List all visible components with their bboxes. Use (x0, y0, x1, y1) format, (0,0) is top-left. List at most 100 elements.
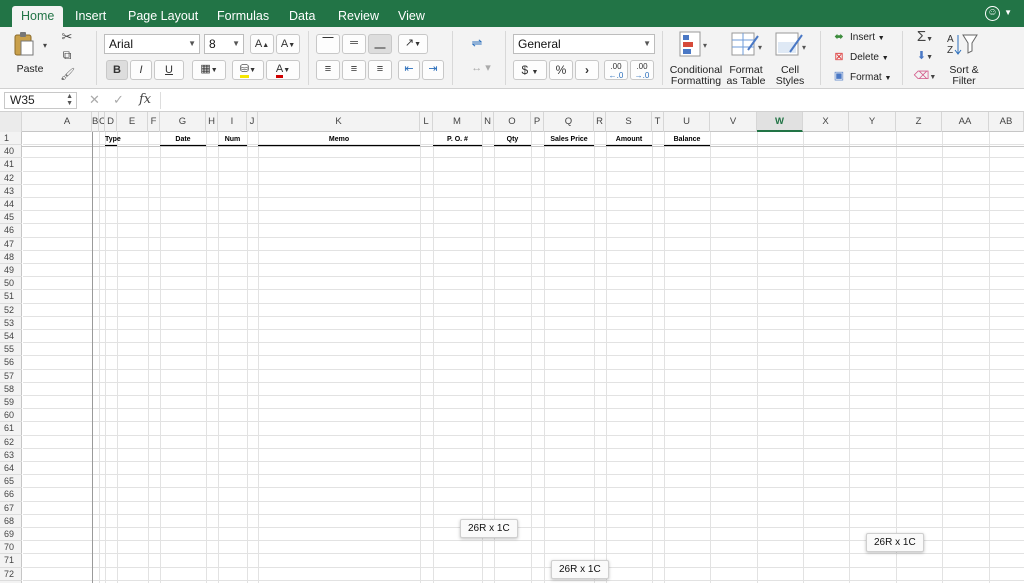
column-header-b[interactable]: B (92, 112, 99, 132)
conditional-formatting-icon[interactable]: ▾ (679, 30, 709, 58)
tab-view[interactable]: View (389, 6, 434, 27)
row-header-63[interactable]: 63 (0, 449, 22, 462)
format-cells-icon[interactable]: ▣ (831, 69, 847, 82)
format-as-table-icon[interactable]: ▾ (730, 30, 764, 58)
cell-area[interactable]: Type Date Num Memo P. O. # Qty Sales Price Amou… (23, 132, 1024, 583)
sort-filter-label[interactable]: Sort & Filter (942, 65, 986, 87)
font-color-button[interactable]: A▼ (266, 60, 300, 80)
column-header-i[interactable]: I (218, 112, 247, 132)
sort-filter-icon[interactable]: AZ (945, 31, 981, 57)
merge-center-icon[interactable]: ↔ ▾ (466, 61, 496, 74)
cancel-icon[interactable]: ✕ (89, 92, 100, 108)
row-header-70[interactable]: 70 (0, 541, 22, 555)
row-header-58[interactable]: 58 (0, 383, 22, 396)
column-header-h[interactable]: H (206, 112, 218, 132)
row-header-44[interactable]: 44 (0, 198, 22, 212)
row-header-56[interactable]: 56 (0, 356, 22, 370)
header-cell-balance[interactable]: Balance (664, 135, 710, 146)
paste-dropdown-icon[interactable]: ▾ (43, 41, 47, 50)
chevron-down-icon[interactable]: ▼ (1004, 8, 1012, 17)
align-right-button[interactable]: ≡ (368, 60, 392, 80)
row-header-47[interactable]: 47 (0, 238, 22, 251)
column-header-a[interactable]: A (43, 112, 92, 132)
row-header-51[interactable]: 51 (0, 290, 22, 304)
row-header-60[interactable]: 60 (0, 409, 22, 423)
row-header-65[interactable]: 65 (0, 475, 22, 489)
increase-indent-button[interactable]: ⇥ (422, 60, 444, 80)
font-name-select[interactable]: Arial ▼ (104, 34, 200, 54)
align-bottom-button[interactable]: ⎽ (368, 34, 392, 54)
row-header-67[interactable]: 67 (0, 502, 22, 515)
row-header-45[interactable]: 45 (0, 211, 22, 225)
row-header-66[interactable]: 66 (0, 488, 22, 502)
insert-cells-button[interactable]: Insert ▼ (850, 32, 885, 44)
column-header-v[interactable]: V (710, 112, 757, 132)
insert-function-icon[interactable]: fx (139, 92, 151, 107)
row-header-48[interactable]: 48 (0, 251, 22, 264)
align-top-button[interactable]: ⎺ (316, 34, 340, 54)
row-header-72[interactable]: 72 (0, 568, 22, 581)
select-all-button[interactable] (0, 112, 22, 132)
copy-icon[interactable]: ⧉ (60, 48, 74, 63)
borders-button[interactable]: ▦▼ (192, 60, 226, 80)
tab-insert[interactable]: Insert (66, 6, 115, 27)
column-header-w[interactable]: W (757, 112, 803, 132)
row-header-42[interactable]: 42 (0, 172, 22, 185)
column-header-aa[interactable]: AA (942, 112, 989, 132)
row-header-54[interactable]: 54 (0, 330, 22, 344)
column-header-t[interactable]: T (652, 112, 664, 132)
header-cell-num[interactable]: Num (218, 135, 247, 146)
orientation-button[interactable]: ↗▼ (398, 34, 428, 54)
row-header-43[interactable]: 43 (0, 185, 22, 198)
row-header-71[interactable]: 71 (0, 554, 22, 568)
tab-data[interactable]: Data (280, 6, 324, 27)
percent-format-button[interactable]: % (549, 60, 573, 80)
column-header-j[interactable]: J (247, 112, 258, 132)
header-cell-po[interactable]: P. O. # (433, 135, 482, 146)
tab-page-layout[interactable]: Page Layout (119, 6, 207, 27)
column-header-o[interactable]: O (494, 112, 531, 132)
decrease-indent-button[interactable]: ⇤ (398, 60, 420, 80)
header-cell-amount[interactable]: Amount (606, 135, 652, 146)
column-header-g[interactable]: G (160, 112, 206, 132)
increase-decimal-button[interactable]: .00 ←.0 (604, 60, 628, 80)
cut-icon[interactable]: ✂ (60, 29, 74, 45)
column-header-z[interactable]: Z (896, 112, 942, 132)
column-header-ab[interactable]: AB (989, 112, 1024, 132)
column-header-r[interactable]: R (594, 112, 606, 132)
column-header-q[interactable]: Q (544, 112, 594, 132)
header-cell-date[interactable]: Date (160, 135, 206, 146)
row-header-55[interactable]: 55 (0, 343, 22, 357)
row-header-1[interactable]: 1 (0, 132, 22, 146)
fill-icon[interactable]: ⬇▼ (912, 49, 938, 62)
underline-button[interactable]: U (154, 60, 184, 80)
row-header-46[interactable]: 46 (0, 224, 22, 238)
tab-formulas[interactable]: Formulas (208, 6, 278, 27)
format-as-table-label[interactable]: Format as Table (726, 65, 766, 87)
format-cells-button[interactable]: Format ▼ (850, 72, 891, 84)
column-header-n[interactable]: N (482, 112, 494, 132)
column-header-p[interactable]: P (531, 112, 544, 132)
row-header-53[interactable]: 53 (0, 317, 22, 330)
name-box-stepper-icon[interactable]: ▲ ▼ (66, 93, 73, 107)
cell-styles-label[interactable]: Cell Styles (770, 65, 810, 87)
column-header-u[interactable]: U (664, 112, 710, 132)
column-header-l[interactable]: L (420, 112, 433, 132)
row-header-41[interactable]: 41 (0, 158, 22, 172)
worksheet-grid[interactable]: ABCDEFGHIJKLMNOPQRSTUVWXYZAAAB 140414243… (0, 112, 1024, 583)
wrap-text-icon[interactable]: ⇌ (466, 35, 488, 51)
italic-button[interactable]: I (130, 60, 152, 80)
conditional-formatting-label[interactable]: Conditional Formatting (668, 65, 724, 87)
row-header-50[interactable]: 50 (0, 277, 22, 291)
align-left-button[interactable]: ≡ (316, 60, 340, 80)
decrease-font-size-button[interactable]: A▼ (276, 34, 300, 54)
column-header-y[interactable]: Y (849, 112, 896, 132)
column-header-d[interactable]: D (105, 112, 117, 132)
delete-cells-button[interactable]: Delete ▼ (850, 52, 889, 64)
header-cell-memo[interactable]: Memo (258, 135, 420, 146)
row-header-57[interactable]: 57 (0, 370, 22, 383)
align-center-button[interactable]: ≡ (342, 60, 366, 80)
tab-home[interactable]: Home (12, 6, 64, 27)
increase-font-size-button[interactable]: A▲ (250, 34, 274, 54)
format-painter-icon[interactable]: 🖌 (60, 67, 75, 81)
